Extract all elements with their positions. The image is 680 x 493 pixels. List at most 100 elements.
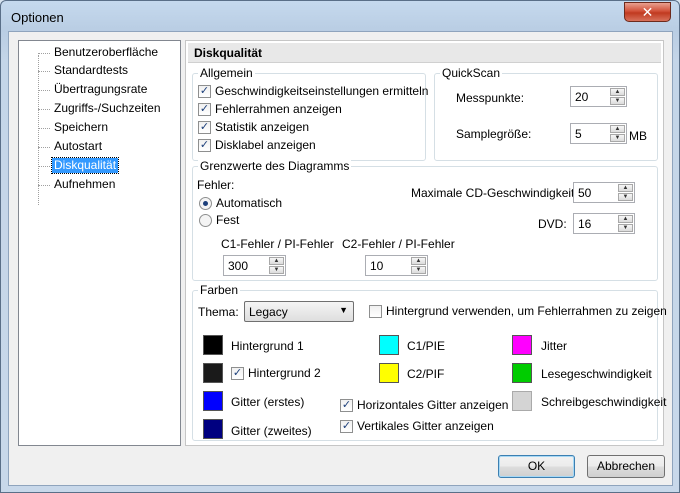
group-legend: Farben xyxy=(198,283,241,297)
messpunkte-label: Messpunkte: xyxy=(456,91,525,105)
color-swatch-lese[interactable] xyxy=(512,363,532,383)
checkbox-label: Disklabel anzeigen xyxy=(215,138,316,152)
close-button[interactable]: ✕ xyxy=(624,2,671,22)
samplegroesse-spinner[interactable]: 5 ▲ ▼ xyxy=(570,123,627,144)
radio-circle xyxy=(199,214,212,227)
color-swatch-jitter[interactable] xyxy=(512,335,532,355)
spinner-value: 5 xyxy=(575,127,582,141)
checkbox-box: ✓ xyxy=(231,367,244,380)
spin-up-icon[interactable]: ▲ xyxy=(610,88,625,96)
checkbox-label: Horizontales Gitter anzeigen xyxy=(357,398,509,412)
c1-label: C1-Fehler / PI-Fehler xyxy=(221,237,334,251)
radio-circle xyxy=(199,197,212,210)
spin-down-icon[interactable]: ▼ xyxy=(610,134,625,142)
tree-item-benutzeroberflaeche[interactable]: Benutzeroberfläche xyxy=(19,44,179,62)
checkbox-box: ✓ xyxy=(340,420,353,433)
chevron-down-icon: ▼ xyxy=(339,305,348,315)
checkbox-label: Vertikales Gitter anzeigen xyxy=(357,419,494,433)
tree-item-label: Diskqualität xyxy=(50,157,120,174)
tree-item-label: Benutzeroberfläche xyxy=(54,45,159,59)
checkbox-label: Hintergrund verwenden, um Fehlerrahmen z… xyxy=(386,304,667,318)
color-swatch-schreib[interactable] xyxy=(512,391,532,411)
color-swatch-c1pie[interactable] xyxy=(379,335,399,355)
spin-down-icon[interactable]: ▼ xyxy=(411,266,426,274)
checkbox-box: ✓ xyxy=(340,399,353,412)
tree-item-aufnehmen[interactable]: Aufnehmen xyxy=(19,176,179,194)
color-swatch-gitter2[interactable] xyxy=(203,419,223,439)
tree-item-diskqualitaet[interactable]: Diskqualität xyxy=(19,157,179,175)
color-label: Gitter (zweites) xyxy=(231,424,312,438)
tree-item-label: Aufnehmen xyxy=(54,177,116,191)
group-allgemein: Allgemein ✓ Geschwindigkeitseinstellungen… xyxy=(192,66,429,161)
color-label: Hintergrund 1 xyxy=(231,339,304,353)
spin-down-icon[interactable]: ▼ xyxy=(618,224,633,232)
max-cd-label: Maximale CD-Geschwindigkeit xyxy=(411,186,575,200)
spin-up-icon[interactable]: ▲ xyxy=(618,184,633,192)
spinner-value: 16 xyxy=(578,217,592,231)
checkbox-label: Hintergrund 2 xyxy=(248,366,321,380)
tree-item-label: Standardtests xyxy=(54,63,129,77)
tree-item-autostart[interactable]: Autostart xyxy=(19,138,179,156)
group-legend: Allgemein xyxy=(198,66,255,80)
tree-item-zugriffszeiten[interactable]: Zugriffs-/Suchzeiten xyxy=(19,100,179,118)
checkbox-label: Statistik anzeigen xyxy=(215,120,310,134)
dvd-spinner[interactable]: 16 ▲ ▼ xyxy=(573,213,635,234)
tree-item-label: Zugriffs-/Suchzeiten xyxy=(54,101,161,115)
c2-label: C2-Fehler / PI-Fehler xyxy=(342,237,455,251)
ok-button[interactable]: OK xyxy=(498,455,575,478)
tree-item-label: Übertragungsrate xyxy=(54,82,148,96)
group-legend: Grenzwerte des Diagramms xyxy=(198,159,352,173)
spinner-value: 300 xyxy=(228,259,249,273)
spinner-value: 10 xyxy=(370,259,384,273)
color-swatch-c2pif[interactable] xyxy=(379,363,399,383)
thema-label: Thema: xyxy=(198,305,239,319)
messpunkte-spinner[interactable]: 20 ▲ ▼ xyxy=(570,86,627,107)
color-swatch-hintergrund1[interactable] xyxy=(203,335,223,355)
title-bar[interactable]: Optionen ✕ xyxy=(1,1,679,33)
checkbox-box: ✓ xyxy=(198,103,211,116)
color-label: C1/PIE xyxy=(407,339,446,353)
color-label: Lesegeschwindigkeit xyxy=(541,367,652,381)
tree-item-standardtests[interactable]: Standardtests xyxy=(19,62,179,80)
color-label: Gitter (erstes) xyxy=(231,395,305,409)
spin-up-icon[interactable]: ▲ xyxy=(610,125,625,133)
dialog-client-area: Benutzeroberfläche Standardtests Übertra… xyxy=(8,31,673,486)
group-grenzwerte: Grenzwerte des Diagramms Fehler: Automat… xyxy=(192,159,658,281)
spin-down-icon[interactable]: ▼ xyxy=(618,193,633,201)
c2-spinner[interactable]: 10 ▲ ▼ xyxy=(365,255,428,276)
group-quickscan: QuickScan Messpunkte: 20 ▲ ▼ Samplegröße:… xyxy=(434,66,658,161)
checkbox-box: ✓ xyxy=(198,139,211,152)
tree-item-label: Autostart xyxy=(54,139,103,153)
close-icon: ✕ xyxy=(641,4,654,20)
spinner-value: 50 xyxy=(578,186,592,200)
spin-down-icon[interactable]: ▼ xyxy=(610,97,625,105)
thema-select[interactable]: Legacy ▼ xyxy=(244,301,354,322)
options-tree: Benutzeroberfläche Standardtests Übertra… xyxy=(18,40,181,446)
spin-up-icon[interactable]: ▲ xyxy=(618,215,633,223)
color-swatch-hintergrund2[interactable] xyxy=(203,363,223,383)
spin-down-icon[interactable]: ▼ xyxy=(269,266,284,274)
color-label: C2/PIF xyxy=(407,367,445,381)
checkbox-box: ✓ xyxy=(198,85,211,98)
max-cd-spinner[interactable]: 50 ▲ ▼ xyxy=(573,182,635,203)
spinner-value: 20 xyxy=(575,90,589,104)
radio-label: Automatisch xyxy=(216,196,283,210)
c1-spinner[interactable]: 300 ▲ ▼ xyxy=(223,255,286,276)
tree-item-label: Speichern xyxy=(54,120,109,134)
group-legend: QuickScan xyxy=(440,66,503,80)
samplegroesse-label: Samplegröße: xyxy=(456,127,532,141)
group-farben: Farben Thema: Legacy ▼ Hintergrund verwe… xyxy=(192,283,667,441)
select-value: Legacy xyxy=(249,305,288,319)
spin-up-icon[interactable]: ▲ xyxy=(411,257,426,265)
color-label: Schreibgeschwindigkeit xyxy=(541,395,667,409)
color-swatch-gitter1[interactable] xyxy=(203,391,223,411)
tree-item-uebertragungsrate[interactable]: Übertragungsrate xyxy=(19,81,179,99)
checkbox-label: Fehlerrahmen anzeigen xyxy=(215,102,342,116)
checkbox-label: Geschwindigkeitseinstellungen ermitteln xyxy=(215,84,429,98)
window-title: Optionen xyxy=(11,10,64,25)
checkbox-box: ✓ xyxy=(198,121,211,134)
dvd-label: DVD: xyxy=(538,217,567,231)
spin-up-icon[interactable]: ▲ xyxy=(269,257,284,265)
cancel-button[interactable]: Abbrechen xyxy=(587,455,665,478)
tree-item-speichern[interactable]: Speichern xyxy=(19,119,179,137)
